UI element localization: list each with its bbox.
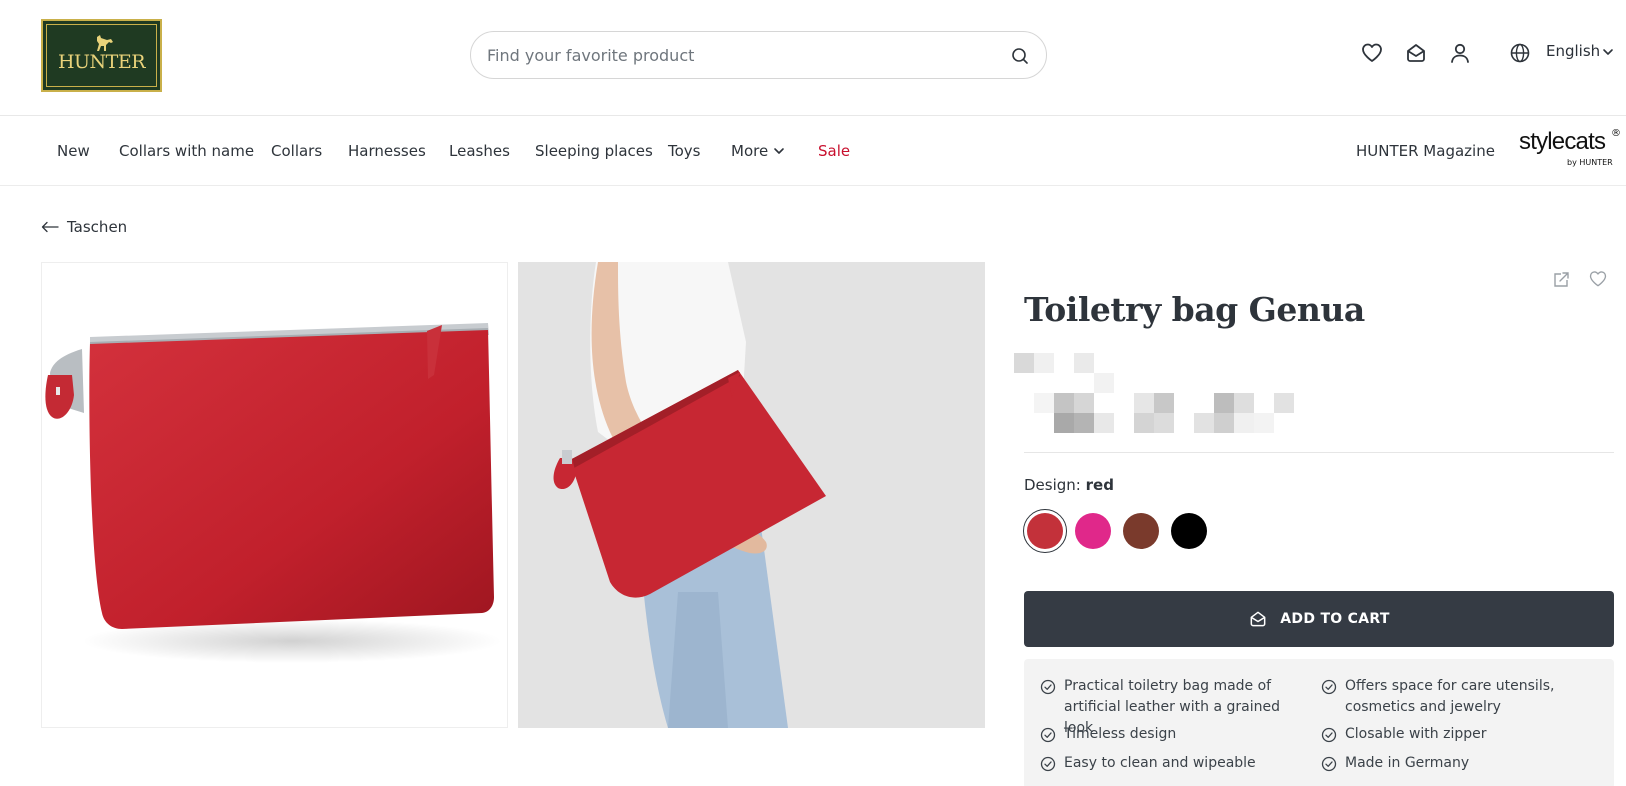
share-icon[interactable] [1552,271,1570,289]
swatch-brown[interactable] [1123,513,1159,549]
feature-item: Offers space for care utensils, cosmetic… [1321,676,1601,718]
feature-item: Closable with zipper [1321,724,1601,745]
cart-icon[interactable] [1404,41,1428,65]
feature-item: Made in Germany [1321,753,1601,774]
nav-item-sale[interactable]: Sale [818,142,850,160]
feature-text: Easy to clean and wipeable [1064,755,1256,771]
product-title: Toiletry bag Genua [1024,290,1365,329]
feature-item: Easy to clean and wipeable [1040,753,1310,774]
nav-item-magazine[interactable]: HUNTER Magazine [1356,142,1495,160]
check-circle-icon [1040,727,1056,743]
main-nav: New Collars with name Collars Harnesses … [0,116,1626,186]
logo-text: HUNTER [57,50,146,73]
check-circle-icon [1040,756,1056,772]
design-value: red [1085,476,1114,494]
feature-text: Timeless design [1064,726,1177,742]
back-link-label: Taschen [67,218,128,236]
feature-item: Timeless design [1040,724,1310,745]
product-image-bag[interactable] [41,262,508,728]
feature-list: Practical toiletry bag made of artificia… [1024,659,1614,786]
search-bar[interactable] [470,31,1047,79]
chevron-down-icon[interactable] [773,146,785,156]
stylecats-wordmark: stylecats [1519,128,1606,155]
product-photo-model [518,262,985,728]
cart-icon [1250,611,1266,627]
feature-text: Offers space for care utensils, cosmetic… [1345,678,1555,715]
product-photo-bag [45,323,502,663]
nav-item-toys[interactable]: Toys [668,142,700,160]
add-to-cart-label: ADD TO CART [1280,611,1390,627]
search-input[interactable] [487,42,987,68]
stylecats-sub: by HUNTER [1567,158,1613,167]
design-label: Design: red [1024,476,1114,494]
swatch-pink[interactable] [1075,513,1111,549]
check-circle-icon [1321,727,1337,743]
swatch-black[interactable] [1171,513,1207,549]
heart-icon[interactable] [1360,41,1384,65]
user-icon[interactable] [1448,41,1472,65]
add-to-cart-button[interactable]: ADD TO CART [1024,591,1614,647]
product-image-model[interactable] [518,262,985,728]
design-label-text: Design: [1024,476,1081,494]
nav-item-more[interactable]: More [731,142,768,160]
nav-item-sleeping-places[interactable]: Sleeping places [535,142,653,160]
search-icon[interactable] [1010,46,1030,66]
globe-icon[interactable] [1508,41,1532,65]
divider [1024,452,1614,453]
check-circle-icon [1321,756,1337,772]
wishlist-heart-icon[interactable] [1588,269,1608,289]
check-circle-icon [1040,679,1056,695]
back-link[interactable]: Taschen [41,218,127,236]
feature-text: Made in Germany [1345,755,1470,771]
stylecats-logo[interactable]: stylecats ® by HUNTER [1519,128,1621,168]
feature-text: Closable with zipper [1345,726,1487,742]
swatch-red[interactable] [1027,513,1063,549]
language-selector[interactable]: English [1546,42,1600,60]
nav-item-new[interactable]: New [57,142,90,160]
nav-item-harnesses[interactable]: Harnesses [348,142,426,160]
registered-mark: ® [1611,128,1621,139]
site-header: HUNTER English [0,0,1626,116]
chevron-down-icon[interactable] [1602,47,1614,57]
nav-item-leashes[interactable]: Leashes [449,142,510,160]
check-circle-icon [1321,679,1337,695]
nav-item-collars-with-name[interactable]: Collars with name [119,142,254,160]
nav-item-collars[interactable]: Collars [271,142,322,160]
arrow-left-icon [41,221,59,233]
hunter-logo[interactable]: HUNTER [41,19,162,92]
